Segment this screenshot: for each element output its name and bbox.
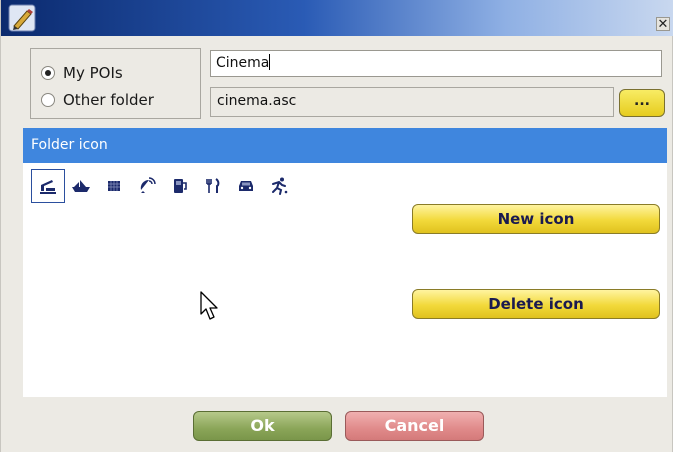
radio-other-folder-label: Other folder <box>63 91 154 109</box>
ok-button[interactable]: Ok <box>193 411 332 441</box>
boat-icon[interactable] <box>64 169 98 203</box>
pen-icon <box>8 4 36 32</box>
radio-my-pois[interactable]: My POIs <box>41 62 123 84</box>
icon-panel: New icon Delete icon <box>23 163 667 397</box>
poi-file-field[interactable]: cinema.asc <box>210 87 614 117</box>
cancel-button[interactable]: Cancel <box>345 411 484 441</box>
radio-other-folder[interactable]: Other folder <box>41 89 154 111</box>
poi-dialog: ✕ My POIs Other folder Cinema cinema.asc… <box>0 0 673 452</box>
new-icon-button[interactable]: New icon <box>412 204 660 234</box>
mouse-pointer-icon <box>200 291 218 320</box>
radio-other-folder-button[interactable] <box>41 93 55 107</box>
grid-icon[interactable] <box>97 169 131 203</box>
browse-button[interactable]: ... <box>619 89 665 117</box>
text-caret <box>269 54 271 70</box>
satellite-icon[interactable] <box>130 169 164 203</box>
poi-name-input[interactable]: Cinema <box>210 50 662 77</box>
fuel-icon[interactable] <box>163 169 197 203</box>
restaurant-icon[interactable] <box>196 169 230 203</box>
radio-my-pois-label: My POIs <box>63 64 123 82</box>
close-button[interactable]: ✕ <box>656 17 670 31</box>
runner-icon[interactable] <box>262 169 296 203</box>
cinema-icon[interactable] <box>31 169 65 203</box>
source-radio-group: My POIs Other folder <box>30 48 201 119</box>
poi-name-value: Cinema <box>216 55 270 71</box>
title-bar[interactable]: ✕ <box>1 0 673 36</box>
radio-my-pois-button[interactable] <box>41 66 55 80</box>
icon-strip <box>31 169 295 203</box>
delete-icon-button[interactable]: Delete icon <box>412 289 660 319</box>
folder-icon-header: Folder icon <box>23 128 667 163</box>
poi-file-value: cinema.asc <box>217 93 297 109</box>
car-icon[interactable] <box>229 169 263 203</box>
